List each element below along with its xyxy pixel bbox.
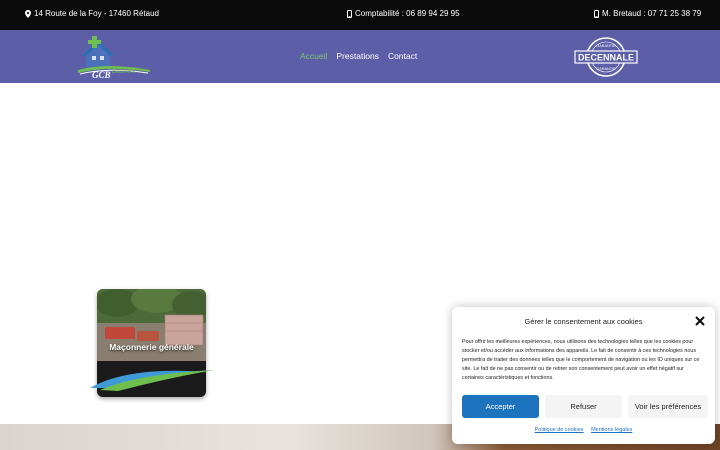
contact-phone-text[interactable]: M. Bretaud : 07 71 25 38 79 <box>602 9 701 18</box>
cookie-consent-panel: Gérer le consentement aux cookies Pour o… <box>452 307 715 444</box>
top-info-bar: 14 Route de la Foy - 17460 Rétaud Compta… <box>0 0 720 30</box>
nav-item-prestations[interactable]: Prestations <box>336 51 379 61</box>
nav-item-accueil[interactable]: Accueil <box>300 51 327 61</box>
badge-main-text: DECENNALE <box>578 53 634 63</box>
site-header: GCB Bâtiment Accueil Prestations Contact… <box>0 30 720 83</box>
preferences-button[interactable]: Voir les préférences <box>628 395 708 418</box>
company-logo[interactable]: GCB Bâtiment <box>78 34 150 80</box>
close-icon[interactable] <box>694 315 706 327</box>
mobile-phone-icon <box>347 9 352 18</box>
cookie-title: Gérer le consentement aux cookies <box>524 317 643 326</box>
cookie-links: Politique de cookies Mentions légales <box>452 427 715 433</box>
mobile-phone-icon <box>594 9 599 18</box>
badge-top-text: GARANTIE <box>596 44 616 48</box>
cookie-policy-link[interactable]: Politique de cookies <box>535 427 584 433</box>
nav-item-contact[interactable]: Contact <box>388 51 417 61</box>
address-item: 14 Route de la Foy - 17460 Rétaud <box>25 9 159 18</box>
logo-mark: GCB <box>92 70 111 80</box>
accept-button[interactable]: Accepter <box>462 395 539 418</box>
contact-phone-item[interactable]: M. Bretaud : 07 71 25 38 79 <box>594 9 701 18</box>
accounting-phone-item[interactable]: Comptabilité : 06 89 94 29 95 <box>347 9 460 18</box>
legal-notice-link[interactable]: Mentions légales <box>591 427 632 433</box>
accounting-phone-text[interactable]: Comptabilité : 06 89 94 29 95 <box>355 9 460 18</box>
decennale-badge: DECENNALE GARANTIE GARANTIE <box>574 37 638 77</box>
badge-bottom-text: GARANTIE <box>596 67 616 71</box>
address-text: 14 Route de la Foy - 17460 Rétaud <box>34 9 159 18</box>
main-nav: Accueil Prestations Contact <box>300 51 417 61</box>
service-card-maconnerie[interactable]: Maçonnerie générale <box>97 289 206 397</box>
page: 14 Route de la Foy - 17460 Rétaud Compta… <box>0 0 720 450</box>
refuse-button[interactable]: Refuser <box>545 395 622 418</box>
logo-text: Bâtiment <box>112 69 136 75</box>
cookie-buttons: Accepter Refuser Voir les préférences <box>462 395 708 418</box>
cookie-description: Pour offrir les meilleures expériences, … <box>462 339 700 381</box>
map-marker-icon <box>25 9 31 18</box>
card-title: Maçonnerie générale <box>109 342 194 352</box>
